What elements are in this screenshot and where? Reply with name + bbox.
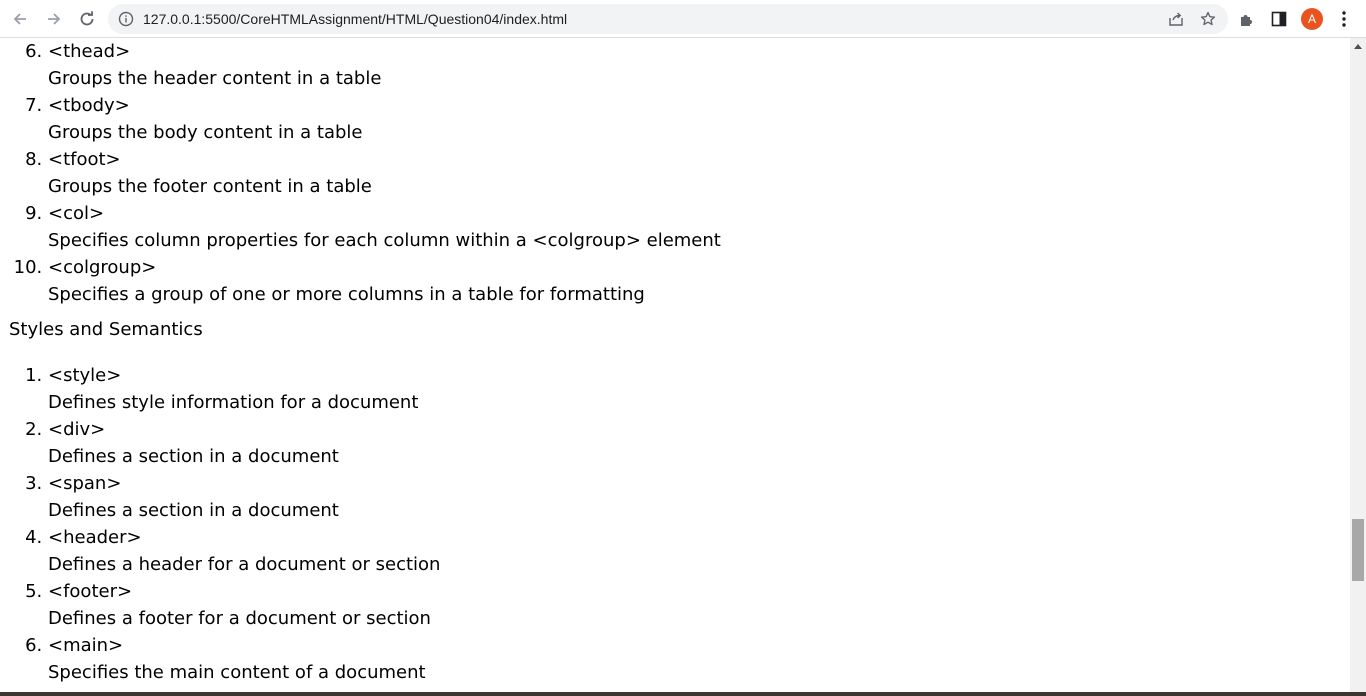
- element-description: Specifies the main content of a document: [48, 662, 426, 683]
- list-item: <div> Defines a section in a document: [48, 416, 1350, 470]
- element-name: <thead>: [48, 41, 131, 62]
- page-viewport: <thead> Groups the header content in a ta…: [0, 38, 1350, 696]
- info-icon[interactable]: [118, 11, 134, 27]
- extensions-icon[interactable]: [1238, 10, 1256, 28]
- element-description: Defines style information for a document: [48, 392, 419, 413]
- table-elements-list: <thead> Groups the header content in a ta…: [0, 38, 1350, 308]
- reload-icon[interactable]: [75, 7, 99, 31]
- scroll-up-arrow-icon[interactable]: [1354, 44, 1362, 49]
- list-item: <tbody> Groups the body content in a tabl…: [48, 92, 1350, 146]
- element-name: <footer>: [48, 581, 133, 602]
- taskbar-edge: [0, 692, 1366, 696]
- styles-elements-list: <style> Defines style information for a d…: [0, 362, 1350, 686]
- more-vert-icon[interactable]: [1337, 9, 1351, 29]
- element-description: Specifies column properties for each col…: [48, 230, 721, 251]
- page-content: <thead> Groups the header content in a ta…: [0, 38, 1350, 686]
- element-name: <style>: [48, 365, 122, 386]
- back-arrow-icon[interactable]: [8, 7, 32, 31]
- list-item: <thead> Groups the header content in a ta…: [48, 38, 1350, 92]
- scrollbar-thumb[interactable]: [1352, 519, 1364, 581]
- element-name: <span>: [48, 473, 122, 494]
- list-item: <span> Defines a section in a document: [48, 470, 1350, 524]
- element-name: <col>: [48, 203, 105, 224]
- list-item: <footer> Defines a footer for a document …: [48, 578, 1350, 632]
- forward-arrow-icon[interactable]: [42, 7, 66, 31]
- element-description: Defines a header for a document or secti…: [48, 554, 441, 575]
- profile-avatar[interactable]: A: [1301, 8, 1323, 30]
- list-item: <col> Specifies column properties for eac…: [48, 200, 1350, 254]
- side-panel-icon[interactable]: [1270, 10, 1288, 28]
- element-description: Groups the header content in a table: [48, 68, 382, 89]
- element-name: <header>: [48, 527, 142, 548]
- element-description: Defines a section in a document: [48, 500, 339, 521]
- list-item: <main> Specifies the main content of a do…: [48, 632, 1350, 686]
- address-bar[interactable]: 127.0.0.1:5500/CoreHTMLAssignment/HTML/Q…: [108, 4, 1228, 34]
- element-name: <colgroup>: [48, 257, 157, 278]
- list-item: <style> Defines style information for a d…: [48, 362, 1350, 416]
- vertical-scrollbar[interactable]: [1350, 38, 1366, 696]
- element-description: Defines a footer for a document or secti…: [48, 608, 431, 629]
- element-name: <main>: [48, 635, 124, 656]
- element-name: <div>: [48, 419, 106, 440]
- element-description: Specifies a group of one or more columns…: [48, 284, 645, 305]
- element-name: <tfoot>: [48, 149, 121, 170]
- list-item: <tfoot> Groups the footer content in a ta…: [48, 146, 1350, 200]
- share-icon[interactable]: [1168, 11, 1184, 27]
- star-icon[interactable]: [1200, 11, 1216, 27]
- list-item: <header> Defines a header for a document …: [48, 524, 1350, 578]
- url-text[interactable]: 127.0.0.1:5500/CoreHTMLAssignment/HTML/Q…: [143, 11, 567, 27]
- element-description: Groups the footer content in a table: [48, 176, 372, 197]
- section-heading: Styles and Semantics: [9, 319, 203, 340]
- list-item: <colgroup> Specifies a group of one or mo…: [48, 254, 1350, 308]
- element-description: Defines a section in a document: [48, 446, 339, 467]
- element-description: Groups the body content in a table: [48, 122, 363, 143]
- element-name: <tbody>: [48, 95, 130, 116]
- browser-toolbar: 127.0.0.1:5500/CoreHTMLAssignment/HTML/Q…: [0, 0, 1366, 38]
